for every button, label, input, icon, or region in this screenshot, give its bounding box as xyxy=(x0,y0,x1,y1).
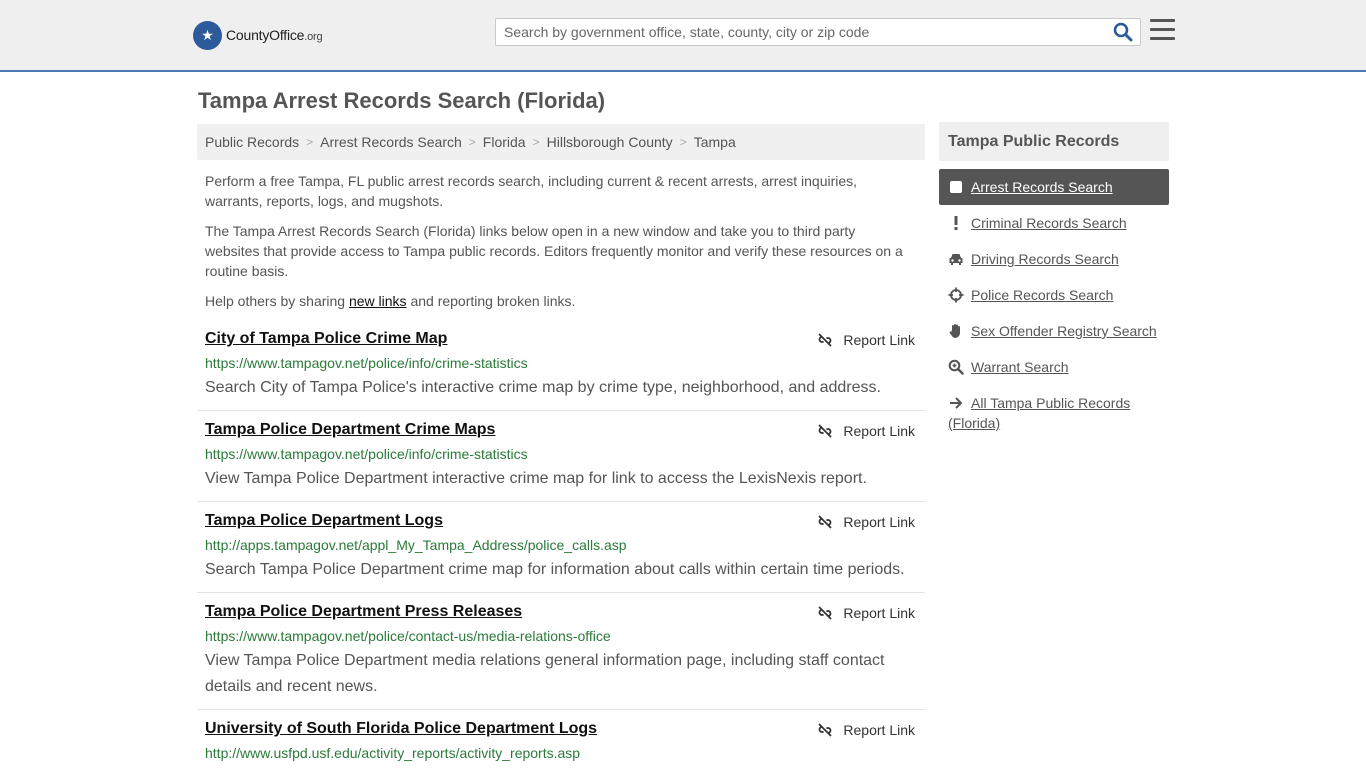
arrow-right-icon xyxy=(948,395,964,411)
sidebar-item-label: Driving Records Search xyxy=(971,251,1119,267)
sidebar-item-all-public-records[interactable]: All Tampa Public Records (Florida) xyxy=(939,393,1169,433)
share-text-end: and reporting broken links. xyxy=(406,293,576,309)
breadcrumb-arrest-records-search[interactable]: Arrest Records Search xyxy=(320,134,462,150)
report-link-button[interactable]: Report Link xyxy=(817,423,915,439)
sidebar-item-driving-records-search[interactable]: Driving Records Search xyxy=(939,249,1169,269)
search-box xyxy=(495,18,1141,46)
report-link-button[interactable]: Report Link xyxy=(817,722,915,738)
broken-link-icon xyxy=(818,424,833,438)
exclamation-icon xyxy=(948,215,964,231)
square-icon xyxy=(948,179,964,195)
share-text: Help others by sharing xyxy=(205,293,349,309)
sidebar-item-sex-offender-registry-search[interactable]: Sex Offender Registry Search xyxy=(939,321,1169,341)
share-paragraph: Help others by sharing new links and rep… xyxy=(205,291,905,311)
sidebar-item-label: Warrant Search xyxy=(971,359,1069,375)
search-input[interactable] xyxy=(496,19,1106,45)
breadcrumb-separator: > xyxy=(679,135,687,149)
result-url: https://www.tampagov.net/police/contact-… xyxy=(205,628,611,644)
site-header: ★ CountyOffice.org xyxy=(0,0,1366,72)
car-icon xyxy=(948,251,964,267)
result-item: Tampa Police Department Crime Maps Repor… xyxy=(197,421,925,502)
result-item: University of South Florida Police Depar… xyxy=(197,720,925,768)
breadcrumb: Public Records > Arrest Records Search >… xyxy=(197,124,925,160)
result-description: View Tampa Police Department interactive… xyxy=(205,470,867,487)
result-url: https://www.tampagov.net/police/info/cri… xyxy=(205,446,528,462)
result-title-link[interactable]: City of Tampa Police Crime Map xyxy=(205,330,447,348)
sidebar-item-criminal-records-search[interactable]: Criminal Records Search xyxy=(939,213,1169,233)
sidebar-item-label: Arrest Records Search xyxy=(971,179,1113,195)
report-link-button[interactable]: Report Link xyxy=(817,514,915,530)
hamburger-menu-icon[interactable] xyxy=(1150,19,1175,43)
logo-text: CountyOffice.org xyxy=(226,27,323,43)
breadcrumb-hillsborough-county[interactable]: Hillsborough County xyxy=(547,134,673,150)
broken-link-icon xyxy=(818,515,833,529)
result-url: https://www.tampagov.net/police/info/cri… xyxy=(205,355,528,371)
breadcrumb-public-records[interactable]: Public Records xyxy=(205,134,299,150)
breadcrumb-separator: > xyxy=(468,135,476,149)
disclaimer-paragraph: The Tampa Arrest Records Search (Florida… xyxy=(205,223,903,279)
result-description: Search City of Tampa Police's interactiv… xyxy=(205,379,881,396)
breadcrumb-florida[interactable]: Florida xyxy=(483,134,526,150)
eagle-icon: ★ xyxy=(193,20,222,50)
report-link-button[interactable]: Report Link xyxy=(817,605,915,621)
crosshairs-icon xyxy=(948,287,964,303)
broken-link-icon xyxy=(818,333,833,347)
search-icon[interactable] xyxy=(1112,22,1134,42)
sidebar-item-label: All Tampa Public Records (Florida) xyxy=(948,395,1131,431)
sidebar-item-police-records-search[interactable]: Police Records Search xyxy=(939,285,1169,305)
report-link-label: Report Link xyxy=(843,332,915,348)
result-title-link[interactable]: University of South Florida Police Depar… xyxy=(205,720,597,738)
result-url: http://apps.tampagov.net/appl_My_Tampa_A… xyxy=(205,537,627,553)
result-description: Search Tampa Police Department crime map… xyxy=(205,561,905,578)
hand-icon xyxy=(948,323,964,339)
broken-link-icon xyxy=(818,606,833,620)
intro-paragraph: Perform a free Tampa, FL public arrest r… xyxy=(205,173,858,209)
result-url: http://www.usfpd.usf.edu/activity_report… xyxy=(205,745,581,761)
sidebar-title: Tampa Public Records xyxy=(939,122,1169,161)
report-link-label: Report Link xyxy=(843,722,915,738)
sidebar-item-label: Police Records Search xyxy=(971,287,1114,303)
report-link-label: Report Link xyxy=(843,423,915,439)
result-item: Tampa Police Department Logs Report Link… xyxy=(197,512,925,593)
broken-link-icon xyxy=(818,723,833,737)
result-item: Tampa Police Department Press Releases R… xyxy=(197,603,925,710)
report-link-button[interactable]: Report Link xyxy=(817,332,915,348)
new-links-link[interactable]: new links xyxy=(349,293,407,309)
sidebar-item-label: Sex Offender Registry Search xyxy=(971,323,1157,339)
breadcrumb-separator: > xyxy=(306,135,314,149)
report-link-label: Report Link xyxy=(843,605,915,621)
result-item: City of Tampa Police Crime Map Report Li… xyxy=(197,330,925,411)
site-logo[interactable]: ★ CountyOffice.org xyxy=(193,20,323,50)
result-title-link[interactable]: Tampa Police Department Crime Maps xyxy=(205,421,495,439)
logo-suffix: .org xyxy=(304,31,323,43)
sidebar-item-warrant-search[interactable]: Warrant Search xyxy=(939,357,1169,377)
sidebar-item-label: Criminal Records Search xyxy=(971,215,1127,231)
logo-name: CountyOffice xyxy=(226,27,305,43)
sidebar-item-arrest-records-search[interactable]: Arrest Records Search xyxy=(939,169,1169,205)
breadcrumb-separator: > xyxy=(532,135,540,149)
report-link-label: Report Link xyxy=(843,514,915,530)
result-title-link[interactable]: Tampa Police Department Logs xyxy=(205,512,443,530)
result-title-link[interactable]: Tampa Police Department Press Releases xyxy=(205,603,522,621)
magnifier-icon xyxy=(948,359,964,375)
page-title: Tampa Arrest Records Search (Florida) xyxy=(198,88,606,113)
result-description: View Tampa Police Department media relat… xyxy=(205,652,885,695)
breadcrumb-tampa[interactable]: Tampa xyxy=(694,134,736,150)
